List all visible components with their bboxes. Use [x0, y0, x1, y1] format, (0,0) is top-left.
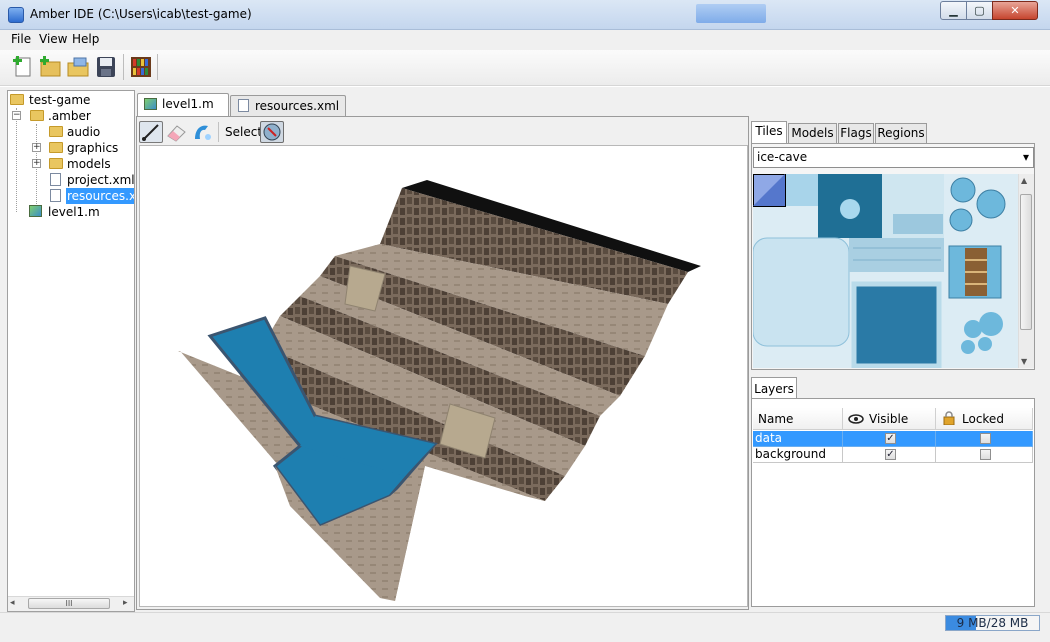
fill-tool[interactable] [191, 121, 215, 143]
brush-tool[interactable] [139, 121, 163, 143]
scroll-right-icon[interactable]: ▸ [123, 598, 128, 608]
tile-scroll-thumb[interactable] [1020, 194, 1032, 330]
expand-icon[interactable]: + [32, 159, 41, 168]
tree-item-resources-xml[interactable]: resources.xml [66, 188, 134, 204]
tab-flags[interactable]: Flags [838, 123, 874, 143]
select-label: Select [225, 125, 263, 139]
select-tool[interactable] [260, 121, 284, 143]
library-button[interactable] [129, 55, 153, 79]
tileset-value: ice-cave [757, 150, 808, 164]
layer-name: data [753, 431, 843, 447]
eraser-icon [167, 125, 186, 142]
map-file-icon [29, 205, 42, 217]
xml-file-icon [50, 173, 61, 186]
locked-checkbox[interactable] [980, 449, 991, 460]
tab-label: level1.m [162, 97, 214, 111]
layer-name: background [753, 447, 843, 463]
open-icon [67, 57, 89, 77]
title-search-button[interactable] [696, 4, 766, 23]
chevron-down-icon: ▾ [1022, 150, 1029, 164]
tool-separator [218, 122, 219, 142]
tree-item-audio[interactable]: audio [67, 124, 100, 140]
folder-icon [30, 110, 44, 121]
lock-icon [943, 411, 955, 428]
collapse-icon[interactable]: − [12, 111, 21, 120]
new-project-button[interactable] [11, 55, 35, 79]
eye-icon [848, 413, 864, 428]
tab-label: resources.xml [255, 99, 340, 113]
tree-guide [16, 108, 17, 212]
open-button[interactable] [66, 55, 90, 79]
scroll-up-icon[interactable]: ▲ [1021, 176, 1027, 185]
tree-item-level1[interactable]: level1.m [48, 204, 100, 220]
tree-item-graphics[interactable]: graphics [67, 140, 118, 156]
scroll-left-icon[interactable]: ◂ [10, 598, 15, 608]
menu-bar [0, 30, 1050, 50]
eraser-tool[interactable] [165, 121, 189, 143]
tab-layers[interactable]: Layers [751, 377, 797, 399]
xml-file-icon [50, 189, 61, 202]
compass-icon [263, 123, 281, 141]
folder-icon [49, 142, 63, 153]
map-viewport[interactable] [139, 145, 748, 607]
toolbar-separator [157, 54, 158, 80]
tree-item-amber[interactable]: .amber [48, 108, 91, 124]
folder-icon [10, 94, 24, 105]
close-button[interactable]: ✕ [992, 1, 1038, 20]
tree-item-test-game[interactable]: test-game [29, 92, 90, 108]
status-bar [0, 612, 1050, 642]
memory-usage-label: 9 MB/28 MB [956, 616, 1029, 630]
tileset-dropdown[interactable]: ice-cave ▾ [753, 147, 1034, 168]
map-render [178, 180, 701, 601]
tab-regions[interactable]: Regions [875, 123, 927, 143]
menu-view[interactable]: View [39, 32, 67, 46]
minimize-button[interactable]: ▁ [940, 1, 967, 20]
tree-item-project-xml[interactable]: project.xml [67, 172, 135, 188]
map-file-icon [144, 98, 157, 110]
column-name[interactable]: Name [753, 408, 843, 430]
window-title: Amber IDE (C:\Users\icab\test-game) [30, 7, 252, 21]
tile-sheet [753, 174, 1006, 368]
menu-file[interactable]: File [11, 32, 31, 46]
new-project-icon [13, 56, 31, 77]
new-file-button[interactable] [38, 55, 62, 79]
library-icon [131, 57, 151, 77]
maximize-button[interactable]: ▢ [966, 1, 993, 20]
expand-icon[interactable]: + [32, 143, 41, 152]
tab-tiles[interactable]: Tiles [751, 121, 787, 144]
app-icon [8, 7, 24, 23]
folder-icon [49, 158, 63, 169]
new-file-icon [40, 56, 61, 77]
locked-checkbox[interactable] [980, 433, 991, 444]
tile-palette[interactable] [753, 174, 1018, 368]
tree-scroll-thumb[interactable]: III [28, 598, 110, 609]
folder-icon [49, 126, 63, 137]
tab-models[interactable]: Models [788, 123, 837, 143]
save-icon [97, 57, 115, 77]
menu-help[interactable]: Help [72, 32, 99, 46]
xml-file-icon [238, 99, 249, 112]
visible-checkbox[interactable]: ✓ [885, 433, 896, 444]
bucket-icon [195, 125, 211, 140]
visible-checkbox[interactable]: ✓ [885, 449, 896, 460]
brush-icon [142, 124, 159, 141]
scroll-down-icon[interactable]: ▼ [1021, 357, 1027, 366]
toolbar-separator [123, 54, 124, 80]
tree-item-models[interactable]: models [67, 156, 111, 172]
save-button[interactable] [94, 55, 118, 79]
